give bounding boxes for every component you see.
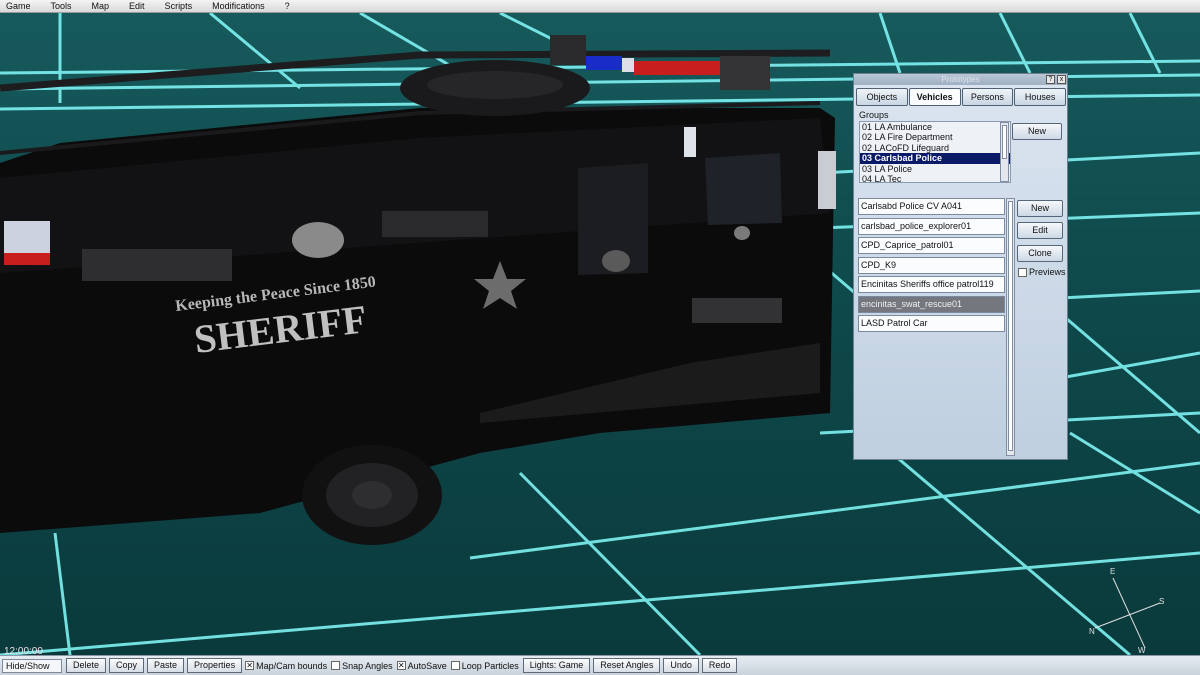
menu-game[interactable]: Game xyxy=(0,1,31,11)
new-button[interactable]: New xyxy=(1017,200,1063,217)
group-item-selected[interactable]: 03 Carlsbad Police xyxy=(860,153,1010,164)
properties-button[interactable]: Properties xyxy=(187,658,243,673)
light-bar-blue xyxy=(586,56,622,70)
help-button[interactable]: ? xyxy=(1046,75,1055,84)
menu-tools[interactable]: Tools xyxy=(45,1,72,11)
menu-scripts[interactable]: Scripts xyxy=(159,1,193,11)
menu-edit[interactable]: Edit xyxy=(123,1,145,11)
previews-checkbox[interactable] xyxy=(1018,267,1027,277)
map-cam-bounds-label: Map/Cam bounds xyxy=(256,660,328,671)
panel-titlebar[interactable]: Prototypes ? x xyxy=(854,74,1067,85)
menu-help[interactable]: ? xyxy=(279,1,290,11)
snap-angles-label: Snap Angles xyxy=(342,660,393,671)
groups-scrollbar[interactable] xyxy=(1000,122,1009,182)
delete-button[interactable]: Delete xyxy=(66,658,107,673)
compass-n-label: N xyxy=(1089,627,1095,636)
group-item[interactable]: 01 LA Ambulance xyxy=(860,122,1010,132)
compass-e-label: E xyxy=(1110,567,1116,576)
groups-new-button[interactable]: New xyxy=(1012,123,1062,140)
prototype-item[interactable]: carlsbad_police_explorer01 xyxy=(858,217,1005,235)
bottom-toolbar: Hide/Show Delete Copy Paste Properties ✕… xyxy=(0,655,1200,675)
groups-list[interactable]: 01 LA Ambulance 02 LA Fire Department 02… xyxy=(859,121,1011,183)
snap-angles-toggle[interactable]: Snap Angles xyxy=(331,661,393,671)
paste-button[interactable]: Paste xyxy=(147,658,185,673)
autosave-checkbox[interactable]: ✕ xyxy=(396,661,406,670)
group-item[interactable]: 03 LA Police xyxy=(860,164,1010,174)
loop-particles-checkbox[interactable] xyxy=(450,661,460,670)
groups-label: Groups xyxy=(859,110,889,120)
compass-s-label: S xyxy=(1159,597,1165,606)
tab-persons[interactable]: Persons xyxy=(961,88,1014,106)
group-item[interactable]: 02 LACoFD Lifeguard xyxy=(860,143,1010,153)
autosave-toggle[interactable]: ✕ AutoSave xyxy=(396,660,447,671)
lights-button[interactable]: Lights: Game xyxy=(522,658,591,673)
group-item[interactable]: 04 LA Tec xyxy=(860,174,1010,182)
copy-button[interactable]: Copy xyxy=(109,658,145,673)
tab-houses[interactable]: Houses xyxy=(1014,88,1066,106)
tab-objects[interactable]: Objects xyxy=(856,88,908,106)
compass: E S N W xyxy=(1085,567,1175,655)
prototype-tabs: Objects Vehicles Persons Houses xyxy=(856,88,1067,106)
menu-bar: Game Tools Map Edit Scripts Modification… xyxy=(0,0,1200,13)
prototypes-panel: Prototypes ? x Objects Vehicles Persons … xyxy=(853,73,1068,460)
clone-button[interactable]: Clone xyxy=(1017,245,1063,262)
light-bar-red xyxy=(634,61,720,75)
close-button[interactable]: x xyxy=(1057,75,1066,84)
redo-button[interactable]: Redo xyxy=(701,658,738,673)
swat-vehicle-model[interactable]: Keeping the Peace Since 1850 SHERIFF xyxy=(0,13,860,573)
prototype-item-selected[interactable]: encinitas_swat_rescue01 xyxy=(858,295,1005,313)
reset-angles-button[interactable]: Reset Angles xyxy=(593,658,661,673)
prototype-list: Carlsabd Police CV A041 carlsbad_police_… xyxy=(858,198,1005,335)
undo-button[interactable]: Undo xyxy=(663,658,699,673)
panel-title: Prototypes xyxy=(941,75,980,84)
prototype-scrollbar-thumb[interactable] xyxy=(1008,201,1013,451)
prototype-scrollbar[interactable] xyxy=(1006,198,1015,456)
snap-angles-checkbox[interactable] xyxy=(331,661,341,670)
loop-particles-label: Loop Particles xyxy=(461,660,519,671)
menu-modifications[interactable]: Modifications xyxy=(206,1,265,11)
prototype-item[interactable]: CPD_K9 xyxy=(858,256,1005,274)
tab-vehicles[interactable]: Vehicles xyxy=(908,88,961,106)
groups-scrollbar-thumb[interactable] xyxy=(1002,125,1007,159)
compass-w-label: W xyxy=(1138,646,1146,655)
loop-particles-toggle[interactable]: Loop Particles xyxy=(450,660,519,671)
prototype-item[interactable]: Carlsabd Police CV A041 xyxy=(858,198,1005,215)
previews-option[interactable]: Previews xyxy=(1018,267,1066,277)
map-cam-bounds-toggle[interactable]: ✕ Map/Cam bounds xyxy=(245,661,327,671)
previews-label: Previews xyxy=(1029,267,1066,277)
group-item[interactable]: 02 LA Fire Department xyxy=(860,132,1010,142)
autosave-label: AutoSave xyxy=(407,660,447,671)
game-time: 12:00:00 xyxy=(4,646,43,655)
menu-map[interactable]: Map xyxy=(86,1,110,11)
hide-show-field[interactable]: Hide/Show xyxy=(2,658,62,673)
prototype-item[interactable]: Encinitas Sheriffs office patrol119 xyxy=(858,276,1005,293)
map-cam-bounds-checkbox[interactable]: ✕ xyxy=(245,661,255,670)
prototype-item[interactable]: LASD Patrol Car xyxy=(858,315,1005,332)
prototype-item[interactable]: CPD_Caprice_patrol01 xyxy=(858,237,1005,254)
edit-button[interactable]: Edit xyxy=(1017,222,1063,239)
